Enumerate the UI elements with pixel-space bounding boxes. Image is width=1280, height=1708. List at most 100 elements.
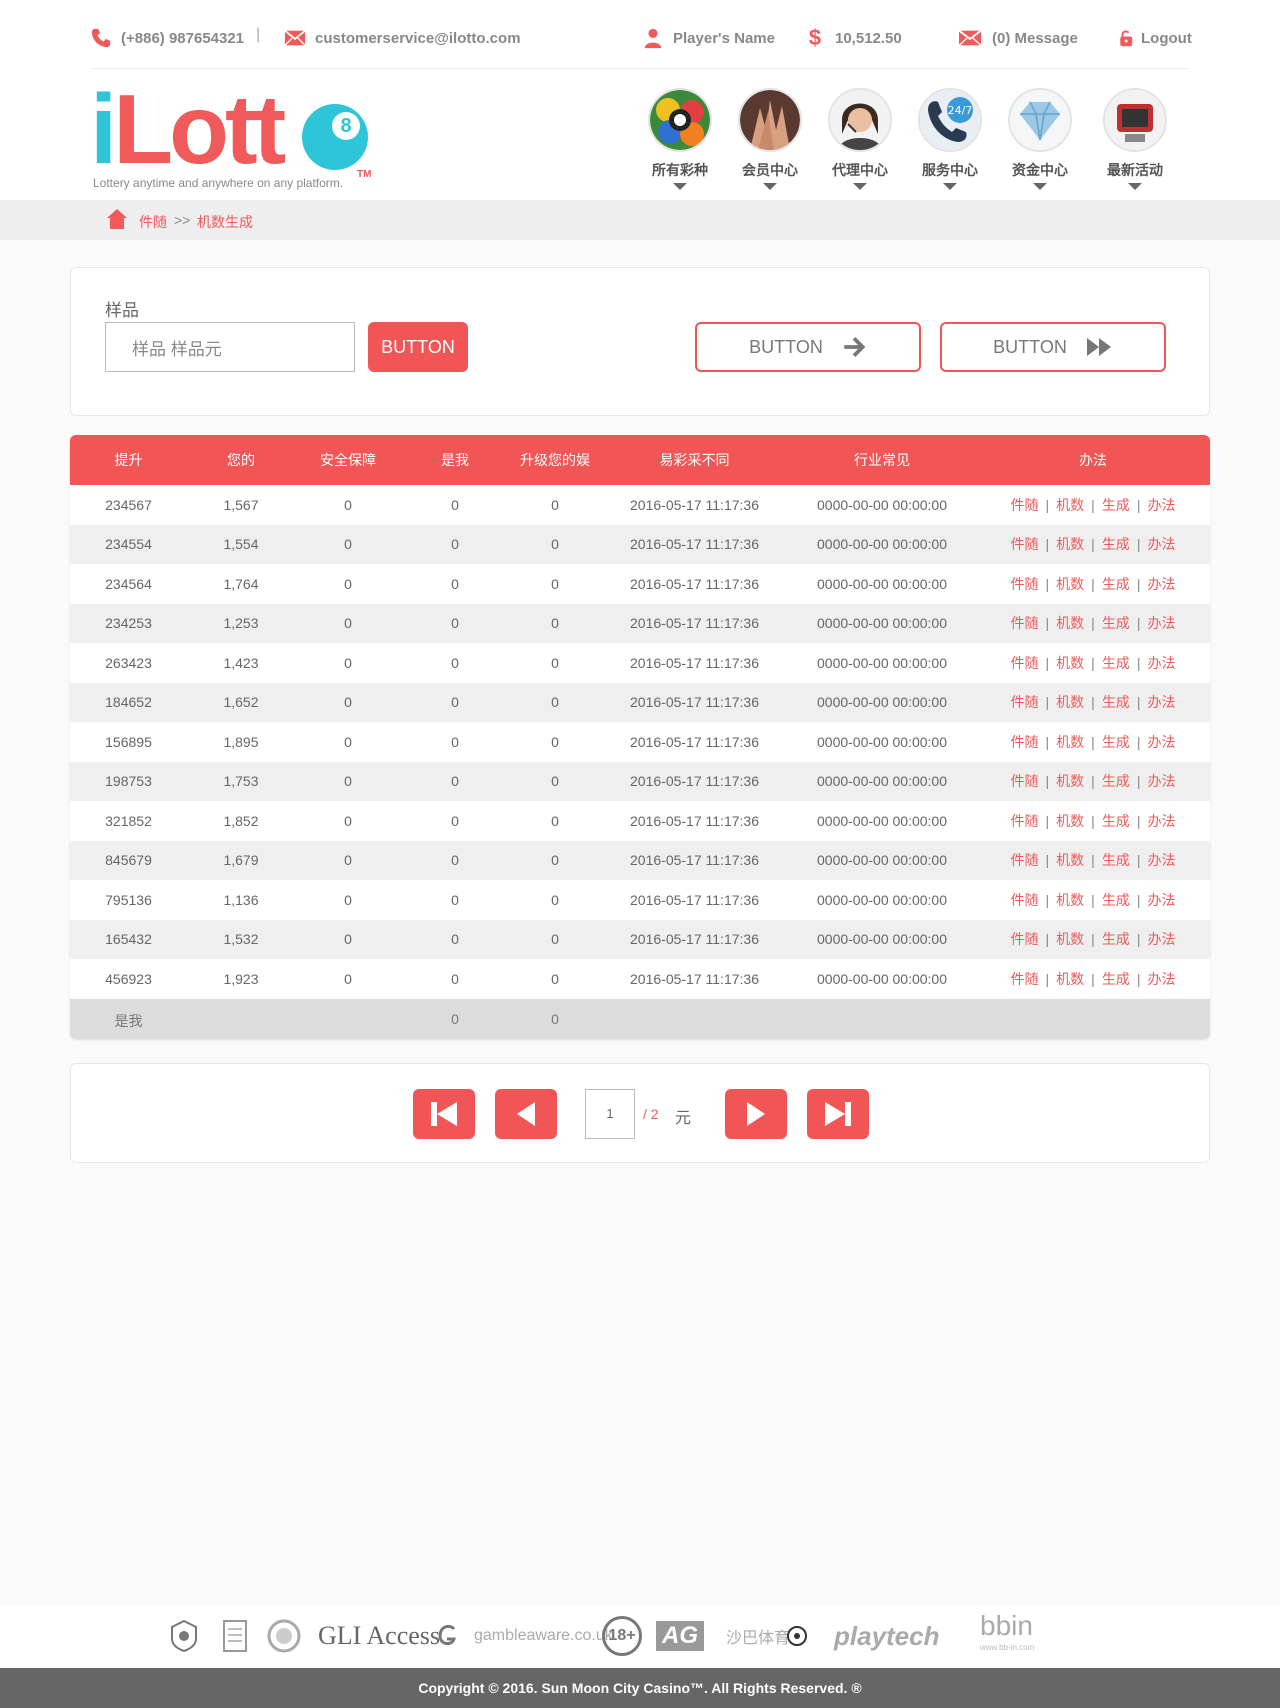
action-separator: | xyxy=(1136,496,1141,513)
nav-service-center[interactable]: 24/7 服务中心 xyxy=(910,88,990,190)
nav-latest-events[interactable]: 最新活动 xyxy=(1095,88,1175,190)
first-page-button[interactable] xyxy=(413,1089,475,1139)
row-action-link[interactable]: 生成 xyxy=(1102,615,1130,631)
row-action-link[interactable]: 办法 xyxy=(1147,694,1175,710)
row-action-link[interactable]: 生成 xyxy=(1102,536,1130,552)
row-action-link[interactable]: 办法 xyxy=(1147,576,1175,592)
col-header: 提升 xyxy=(114,452,143,468)
row-action-link[interactable]: 生成 xyxy=(1102,931,1130,947)
row-actions: 件随 | 机数 | 生成 | 办法 xyxy=(976,722,1210,762)
row-action-link[interactable]: 件随 xyxy=(1011,655,1039,671)
row-action-link[interactable]: 办法 xyxy=(1147,852,1175,868)
row-action-link[interactable]: 件随 xyxy=(1011,615,1039,631)
table-cell: 0 xyxy=(551,575,559,592)
caret-down-icon xyxy=(763,183,777,190)
row-action-link[interactable]: 办法 xyxy=(1147,931,1175,947)
row-action-link[interactable]: 机数 xyxy=(1056,813,1084,829)
row-action-link[interactable]: 生成 xyxy=(1102,852,1130,868)
row-action-link[interactable]: 生成 xyxy=(1102,971,1130,987)
row-action-link[interactable]: 机数 xyxy=(1056,892,1084,908)
row-action-link[interactable]: 件随 xyxy=(1011,971,1039,987)
row-action-link[interactable]: 生成 xyxy=(1102,734,1130,750)
row-action-link[interactable]: 机数 xyxy=(1056,536,1084,552)
row-action-link[interactable]: 件随 xyxy=(1011,773,1039,789)
row-action-link[interactable]: 生成 xyxy=(1102,773,1130,789)
action-separator: | xyxy=(1091,891,1095,908)
row-action-link[interactable]: 件随 xyxy=(1011,536,1039,552)
bbin-logo: bbin xyxy=(980,1610,1033,1641)
row-action-link[interactable]: 生成 xyxy=(1102,813,1130,829)
logout-button[interactable]: Logout xyxy=(1118,26,1192,50)
messages[interactable]: (0) Message xyxy=(957,26,1078,50)
search-label: 样品 xyxy=(105,301,139,320)
table-row: 321852 1,852 0 0 0 2016-05-17 11:17:36 0000-00… xyxy=(70,801,1210,841)
row-action-link[interactable]: 办法 xyxy=(1147,734,1175,750)
message-count: (0) Message xyxy=(992,29,1078,47)
table-header-row: 提升 您的 安全保障 是我 升级您的娱 易彩采不同 行业常见 办法 xyxy=(70,435,1210,485)
row-action-link[interactable]: 机数 xyxy=(1056,852,1084,868)
row-action-link[interactable]: 生成 xyxy=(1102,655,1130,671)
row-action-link[interactable]: 件随 xyxy=(1011,931,1039,947)
row-action-link[interactable]: 办法 xyxy=(1147,655,1175,671)
player-name[interactable]: Player's Name xyxy=(642,26,775,50)
prev-page-button[interactable] xyxy=(495,1089,557,1139)
row-action-link[interactable]: 办法 xyxy=(1147,497,1175,513)
page-number-input[interactable]: 1 xyxy=(585,1089,635,1139)
table-cell: 0 xyxy=(551,812,559,829)
row-action-link[interactable]: 办法 xyxy=(1147,536,1175,552)
home-icon[interactable] xyxy=(105,207,129,231)
table-row: 184652 1,652 0 0 0 2016-05-17 11:17:36 0000-00… xyxy=(70,682,1210,723)
next-button[interactable]: BUTTON xyxy=(695,322,921,372)
row-action-link[interactable]: 机数 xyxy=(1056,576,1084,592)
table-cell: 0 xyxy=(344,496,352,513)
row-action-link[interactable]: 件随 xyxy=(1011,734,1039,750)
next-page-button[interactable] xyxy=(725,1089,787,1139)
nav-agent-center[interactable]: 代理中心 xyxy=(820,88,900,190)
row-action-link[interactable]: 件随 xyxy=(1011,497,1039,513)
email-contact[interactable]: customerservice@ilotto.com xyxy=(284,26,521,50)
row-action-link[interactable]: 生成 xyxy=(1102,694,1130,710)
search-input[interactable]: 样品 样品元 xyxy=(105,322,355,372)
row-action-link[interactable]: 机数 xyxy=(1056,971,1084,987)
row-action-link[interactable]: 机数 xyxy=(1056,734,1084,750)
table-cell: 156895 xyxy=(105,733,152,750)
row-action-link[interactable]: 机数 xyxy=(1056,694,1084,710)
lottery-balls-icon xyxy=(648,88,712,152)
phone-24-7-icon: 24/7 xyxy=(918,88,982,152)
row-action-link[interactable]: 机数 xyxy=(1056,655,1084,671)
table-cell: 2016-05-17 11:17:36 xyxy=(630,496,759,513)
row-action-link[interactable]: 件随 xyxy=(1011,892,1039,908)
row-action-link[interactable]: 办法 xyxy=(1147,971,1175,987)
row-action-link[interactable]: 生成 xyxy=(1102,576,1130,592)
action-separator: | xyxy=(1136,970,1141,987)
nav-all-lotteries[interactable]: 所有彩种 xyxy=(640,88,720,190)
caret-down-icon xyxy=(1128,183,1142,190)
table-cell: 1,423 xyxy=(223,654,259,671)
row-action-link[interactable]: 件随 xyxy=(1011,813,1039,829)
table-cell: 0 xyxy=(451,694,459,711)
row-action-link[interactable]: 机数 xyxy=(1056,773,1084,789)
row-action-link[interactable]: 办法 xyxy=(1147,615,1175,631)
nav-member-center[interactable]: 会员中心 xyxy=(730,88,810,190)
row-action-link[interactable]: 件随 xyxy=(1011,576,1039,592)
nav-funds-center[interactable]: 资金中心 xyxy=(1000,88,1080,190)
caret-down-icon xyxy=(1033,183,1047,190)
breadcrumb-home-link[interactable]: 件随 xyxy=(139,212,167,232)
row-action-link[interactable]: 机数 xyxy=(1056,615,1084,631)
row-action-link[interactable]: 件随 xyxy=(1011,694,1039,710)
search-button[interactable]: BUTTON xyxy=(368,322,468,372)
last-button[interactable]: BUTTON xyxy=(940,322,1166,372)
row-action-link[interactable]: 办法 xyxy=(1147,892,1175,908)
last-page-button[interactable] xyxy=(807,1089,869,1139)
table-cell: 1,136 xyxy=(223,891,259,908)
row-actions: 件随 | 机数 | 生成 | 办法 xyxy=(976,683,1210,723)
next-button-label: BUTTON xyxy=(749,336,823,357)
row-action-link[interactable]: 机数 xyxy=(1056,931,1084,947)
row-action-link[interactable]: 办法 xyxy=(1147,773,1175,789)
row-action-link[interactable]: 办法 xyxy=(1147,813,1175,829)
row-action-link[interactable]: 机数 xyxy=(1056,497,1084,513)
ilotto-logo[interactable]: iLott 8 TM xyxy=(90,80,390,180)
row-action-link[interactable]: 件随 xyxy=(1011,852,1039,868)
row-action-link[interactable]: 生成 xyxy=(1102,497,1130,513)
row-action-link[interactable]: 生成 xyxy=(1102,892,1130,908)
